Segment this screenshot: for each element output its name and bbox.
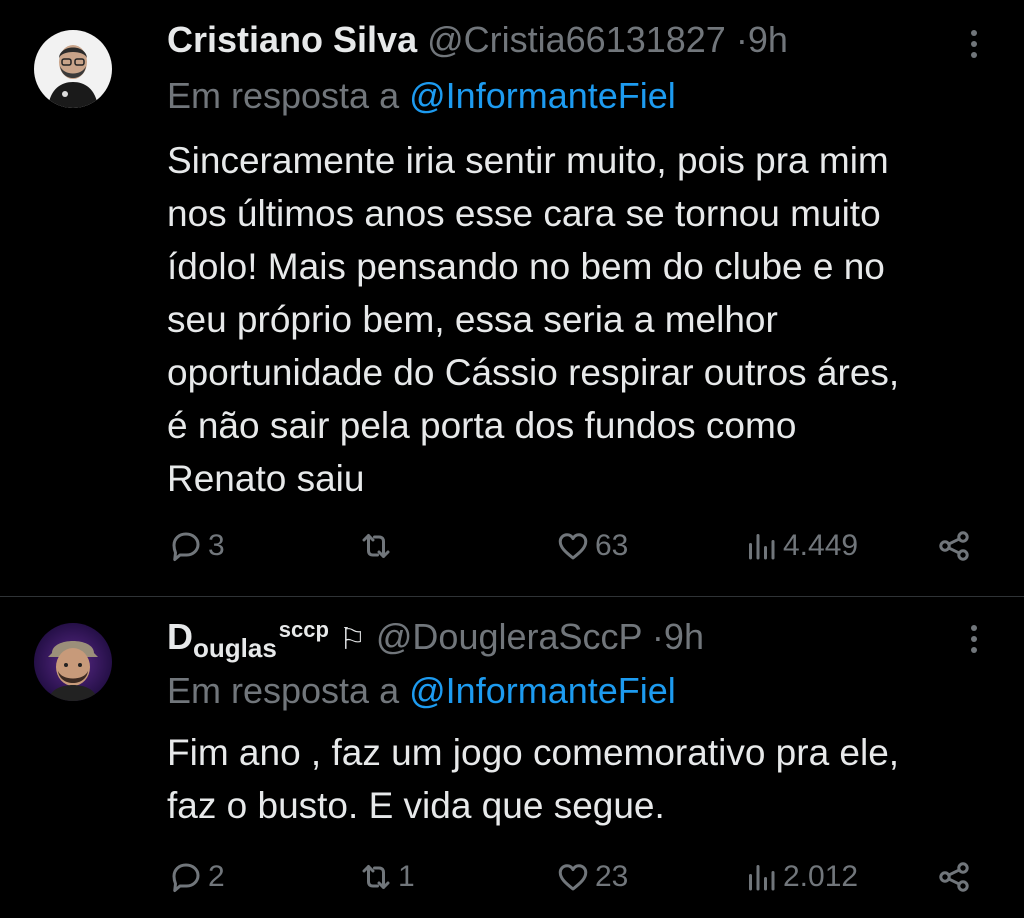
separator-dot: · xyxy=(735,19,748,60)
tweet[interactable]: Douglassccp ⚐ @DougleraSccP ·9h Em respo… xyxy=(0,597,1024,918)
text-line: nos últimos anos esse cara se tornou mui… xyxy=(167,193,881,234)
reply-prefix: Em resposta a xyxy=(167,75,400,116)
reply-button[interactable]: 3 xyxy=(168,523,225,569)
avatar[interactable] xyxy=(34,623,112,701)
mention-link[interactable]: @InformanteFiel xyxy=(409,75,676,116)
reply-context: Em resposta a @InformanteFiel xyxy=(167,669,676,713)
display-name-main: D xyxy=(167,616,193,657)
separator-dot: · xyxy=(651,616,664,657)
like-button[interactable]: 23 xyxy=(555,854,628,900)
retweet-icon xyxy=(362,534,390,558)
retweet-button[interactable]: 1 xyxy=(358,854,415,900)
timestamp[interactable]: 9h xyxy=(664,616,704,657)
views-icon xyxy=(749,534,775,560)
action-bar: 3 63 4.449 xyxy=(168,523,978,569)
more-icon[interactable] xyxy=(964,619,984,659)
like-button[interactable]: 63 xyxy=(555,523,628,569)
reply-icon xyxy=(172,532,200,561)
display-name-sup: sccp xyxy=(278,617,329,642)
reply-icon xyxy=(172,863,200,892)
like-count: 23 xyxy=(595,860,629,893)
reply-count: 3 xyxy=(208,529,225,562)
tweet-header: Douglassccp ⚐ @DougleraSccP ·9h xyxy=(167,615,964,664)
share-icon xyxy=(939,531,969,561)
user-handle[interactable]: @Cristia66131827 xyxy=(427,19,726,60)
display-name[interactable]: Douglassccp xyxy=(167,616,329,663)
timestamp[interactable]: 9h xyxy=(748,19,788,60)
avatar[interactable] xyxy=(34,30,112,108)
like-count: 63 xyxy=(595,529,629,562)
text-line: seu próprio bem, essa seria a melhor xyxy=(167,299,778,340)
views-button[interactable]: 2.012 xyxy=(743,854,858,900)
retweet-count: 1 xyxy=(398,860,415,893)
display-name[interactable]: Cristiano Silva xyxy=(167,19,417,60)
text-line: oportunidade do Cássio respirar outros á… xyxy=(167,352,900,393)
reply-button[interactable]: 2 xyxy=(168,854,225,900)
flag-icon: ⚐ xyxy=(338,623,366,656)
reply-context: Em resposta a @InformanteFiel xyxy=(167,74,676,118)
tweet-text: Fim ano , faz um jogo comemorativo pra e… xyxy=(167,726,997,832)
reply-prefix: Em resposta a xyxy=(167,670,400,711)
heart-icon xyxy=(558,533,588,560)
user-handle[interactable]: @DougleraSccP xyxy=(376,616,642,657)
views-button[interactable]: 4.449 xyxy=(743,523,858,569)
text-line: faz o busto. E vida que segue. xyxy=(167,785,665,826)
share-button[interactable] xyxy=(936,854,972,900)
heart-icon xyxy=(558,864,588,891)
more-icon[interactable] xyxy=(964,24,984,64)
share-button[interactable] xyxy=(936,523,972,569)
retweet-icon xyxy=(362,865,390,889)
share-icon xyxy=(939,862,969,892)
tweet-text: Sinceramente iria sentir muito, pois pra… xyxy=(167,134,997,505)
text-line: Sinceramente iria sentir muito, pois pra… xyxy=(167,140,889,181)
reply-count: 2 xyxy=(208,860,225,893)
tweet-header: Cristiano Silva @Cristia66131827 ·9h xyxy=(167,18,964,62)
views-count: 2.012 xyxy=(783,860,859,893)
text-line: ídolo! Mais pensando no bem do clube e n… xyxy=(167,246,885,287)
display-name-sub: ouglas xyxy=(193,633,277,663)
text-line: Fim ano , faz um jogo comemorativo pra e… xyxy=(167,732,900,773)
text-line: é não sair pela porta dos fundos como xyxy=(167,405,797,446)
retweet-button[interactable] xyxy=(358,523,398,569)
views-icon xyxy=(749,865,775,891)
text-line: Renato saiu xyxy=(167,458,365,499)
mention-link[interactable]: @InformanteFiel xyxy=(409,670,676,711)
views-count: 4.449 xyxy=(783,529,859,562)
action-bar: 2 1 23 2.012 xyxy=(168,854,978,900)
tweet[interactable]: Cristiano Silva @Cristia66131827 ·9h Em … xyxy=(0,0,1024,597)
